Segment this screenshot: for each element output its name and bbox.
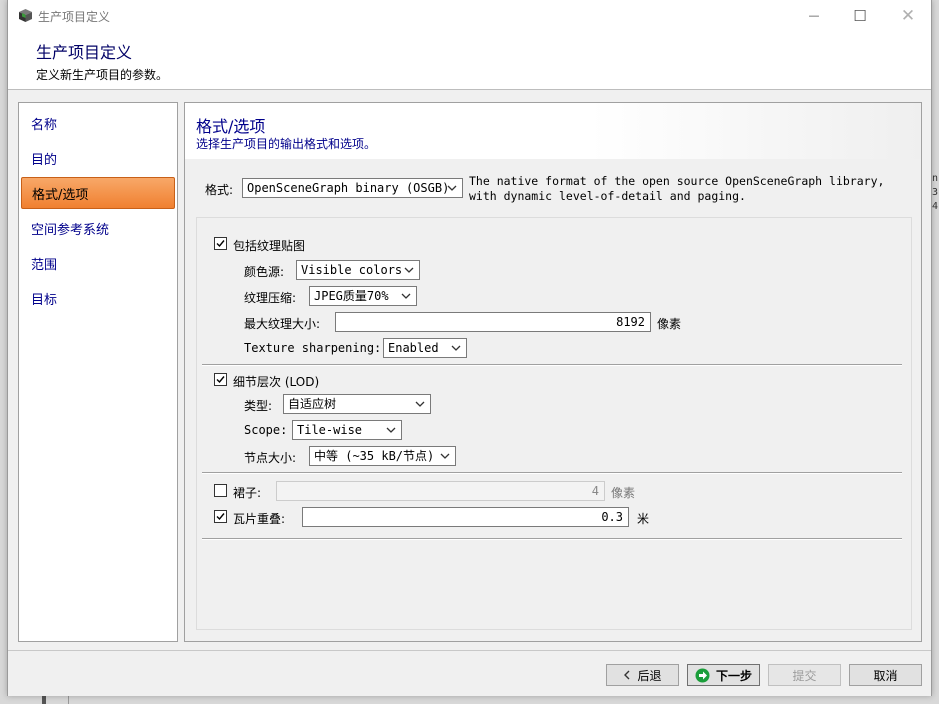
lod-type-value: 自适应树 bbox=[288, 397, 337, 411]
close-icon: ✕ bbox=[900, 5, 916, 26]
close-button[interactable]: ✕ bbox=[885, 0, 931, 31]
lod-label: 细节层次 (LOD) bbox=[233, 375, 320, 389]
format-select[interactable]: OpenSceneGraph binary (OSGB) bbox=[242, 178, 463, 198]
next-label: 下一步 bbox=[715, 668, 752, 683]
format-value: OpenSceneGraph binary (OSGB) bbox=[247, 181, 450, 195]
texture-sharpening-value: Enabled bbox=[388, 341, 439, 355]
nav-item-purpose[interactable]: 目的 bbox=[21, 142, 175, 174]
lod-scope-value: Tile-wise bbox=[297, 423, 363, 437]
tile-overlap-input[interactable]: 0.3 bbox=[302, 507, 629, 527]
skirt-label: 裙子: bbox=[233, 486, 262, 500]
tile-overlap-unit: 米 bbox=[637, 512, 650, 526]
wizard-header: 生产项目定义 定义新生产项目的参数。 bbox=[8, 31, 931, 90]
page-title: 生产项目定义 bbox=[36, 43, 133, 62]
max-texture-size-label: 最大纹理大小: bbox=[244, 317, 321, 331]
tile-overlap-label: 瓦片重叠: bbox=[233, 512, 286, 526]
lod-checkbox[interactable] bbox=[214, 373, 227, 386]
texture-compression-label: 纹理压缩: bbox=[244, 291, 297, 305]
wizard-steps-nav: 名称 目的 格式/选项 空间参考系统 范围 目标 bbox=[18, 102, 178, 642]
window-title: 生产项目定义 bbox=[38, 10, 111, 24]
back-label: 后退 bbox=[637, 668, 662, 683]
tile-overlap-checkbox[interactable] bbox=[214, 510, 227, 523]
texture-compression-value: JPEG质量70% bbox=[314, 289, 389, 303]
checkmark-icon bbox=[216, 376, 225, 384]
include-textures-checkbox[interactable] bbox=[214, 237, 227, 250]
include-textures-label: 包括纹理贴图 bbox=[233, 239, 306, 253]
chevron-left-icon bbox=[624, 670, 630, 680]
color-source-label: 颜色源: bbox=[244, 265, 285, 279]
cube-icon bbox=[19, 9, 32, 22]
format-description: The native format of the open source Ope… bbox=[469, 174, 885, 203]
submit-button[interactable]: 提交 bbox=[768, 664, 841, 686]
skirt-input[interactable]: 4 bbox=[276, 481, 605, 501]
max-texture-size-input[interactable]: 8192 bbox=[335, 312, 651, 332]
chevron-down-icon bbox=[415, 401, 425, 407]
skirt-unit: 像素 bbox=[611, 486, 636, 500]
wizard-footer: 后退 下一步 提交 取消 bbox=[8, 650, 931, 696]
lod-scope-select[interactable]: Tile-wise bbox=[292, 420, 402, 440]
back-button[interactable]: 后退 bbox=[606, 664, 679, 686]
background-fragment bbox=[68, 695, 69, 704]
submit-label: 提交 bbox=[792, 668, 817, 683]
node-size-select[interactable]: 中等 (~35 kB/节点) bbox=[309, 446, 456, 466]
cancel-button[interactable]: 取消 bbox=[849, 664, 922, 686]
separator bbox=[202, 538, 902, 540]
texture-sharpening-label: Texture sharpening: bbox=[244, 341, 382, 355]
checkmark-icon bbox=[216, 513, 225, 521]
maximize-button[interactable]: ☐ bbox=[837, 0, 883, 31]
lod-type-label: 类型: bbox=[244, 399, 273, 413]
section-title: 格式/选项 bbox=[196, 117, 266, 136]
nav-item-spatial-reference[interactable]: 空间参考系统 bbox=[21, 212, 175, 244]
texture-compression-select[interactable]: JPEG质量70% bbox=[309, 286, 417, 306]
chevron-down-icon bbox=[386, 427, 396, 433]
chevron-down-icon bbox=[447, 185, 457, 191]
nav-item-format-options[interactable]: 格式/选项 bbox=[21, 177, 175, 209]
arrow-right-circle-icon bbox=[695, 668, 710, 682]
dialog-window: 生产项目定义 — ☐ ✕ 生产项目定义 定义新生产项目的参数。 名称 目的 格式… bbox=[7, 0, 932, 696]
node-size-label: 节点大小: bbox=[244, 451, 297, 465]
lod-scope-label: Scope: bbox=[244, 423, 288, 437]
separator bbox=[202, 364, 902, 366]
minimize-button[interactable]: — bbox=[791, 0, 837, 31]
color-source-value: Visible colors bbox=[301, 263, 403, 277]
node-size-value: 中等 (~35 kB/节点) bbox=[314, 449, 435, 463]
lod-type-select[interactable]: 自适应树 bbox=[283, 394, 431, 414]
max-texture-size-unit: 像素 bbox=[657, 317, 682, 331]
cancel-label: 取消 bbox=[873, 668, 898, 683]
background-side-text: n 3 4 bbox=[932, 173, 939, 212]
title-bar: 生产项目定义 — ☐ ✕ bbox=[8, 0, 931, 31]
next-button[interactable]: 下一步 bbox=[687, 664, 760, 686]
chevron-down-icon bbox=[440, 453, 450, 459]
maximize-icon: ☐ bbox=[853, 6, 867, 25]
separator bbox=[202, 472, 902, 474]
chevron-down-icon bbox=[404, 267, 414, 273]
chevron-down-icon bbox=[401, 293, 411, 299]
content-header: 格式/选项 选择生产项目的输出格式和选项。 bbox=[185, 103, 921, 159]
section-subtitle: 选择生产项目的输出格式和选项。 bbox=[196, 137, 377, 151]
page-subtitle: 定义新生产项目的参数。 bbox=[36, 68, 169, 82]
chevron-down-icon bbox=[451, 345, 461, 351]
skirt-checkbox[interactable] bbox=[214, 484, 227, 497]
minimize-icon: — bbox=[808, 9, 820, 22]
checkmark-icon bbox=[216, 240, 225, 248]
nav-item-destination[interactable]: 目标 bbox=[21, 282, 175, 314]
texture-sharpening-select[interactable]: Enabled bbox=[383, 338, 467, 358]
nav-item-extent[interactable]: 范围 bbox=[21, 247, 175, 279]
color-source-select[interactable]: Visible colors bbox=[296, 260, 420, 280]
nav-item-name[interactable]: 名称 bbox=[21, 107, 175, 139]
format-label: 格式: bbox=[205, 183, 234, 197]
content-pane: 格式/选项 选择生产项目的输出格式和选项。 格式: OpenSceneGraph… bbox=[184, 102, 922, 642]
